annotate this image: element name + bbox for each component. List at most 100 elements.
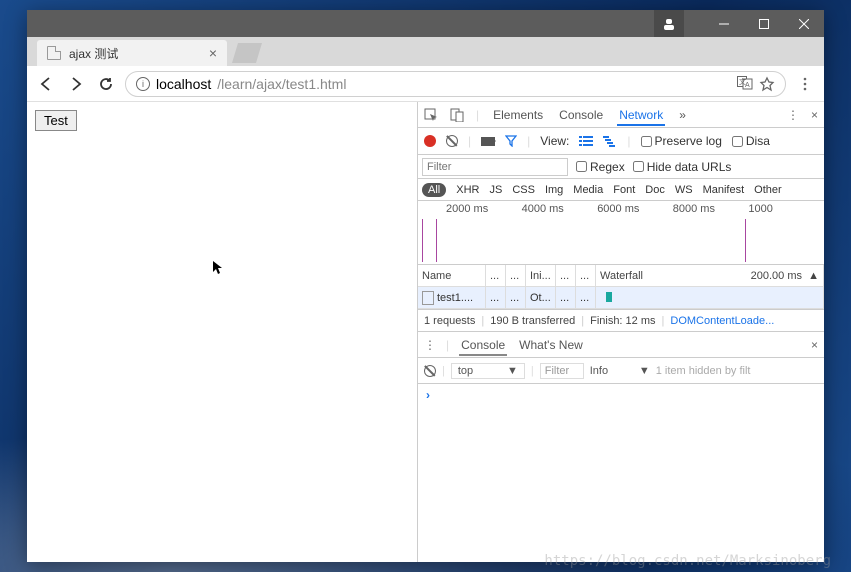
watermark-text: https://blog.csdn.net/Marksinoberg (544, 553, 831, 569)
timeline-label: 2000 ms (446, 203, 522, 215)
timeline-overview[interactable]: 2000 ms 4000 ms 6000 ms 8000 ms 1000 (418, 201, 824, 265)
table-header: Name ... ... Ini... ... ... Waterfall200… (418, 265, 824, 287)
table-row[interactable]: test1.... ... ... Ot... ... ... (418, 287, 824, 309)
type-media[interactable]: Media (573, 184, 603, 196)
drawer-menu-icon[interactable]: ⋮ (424, 338, 436, 352)
browser-tab[interactable]: ajax 测试 × (37, 40, 227, 66)
drawer-close-icon[interactable]: × (811, 338, 818, 352)
cursor-icon (212, 260, 224, 276)
col-time[interactable]: ... (576, 265, 596, 286)
console-prompt: › (426, 388, 430, 402)
address-bar: i localhost/learn/ajax/test1.html 文A (27, 66, 824, 102)
devtools-tabs: | Elements Console Network » ⋮ × (418, 102, 824, 128)
device-icon[interactable] (450, 108, 464, 122)
tab-elements[interactable]: Elements (491, 104, 545, 126)
console-body[interactable]: › (418, 384, 824, 562)
translate-icon[interactable]: 文A (737, 76, 753, 92)
url-field[interactable]: i localhost/learn/ajax/test1.html 文A (125, 71, 786, 97)
type-js[interactable]: JS (489, 184, 502, 196)
large-rows-icon[interactable] (579, 136, 593, 146)
type-manifest[interactable]: Manifest (703, 184, 745, 196)
url-host: localhost (156, 76, 211, 92)
new-tab-button[interactable] (232, 43, 262, 63)
tab-network[interactable]: Network (617, 104, 665, 126)
drawer-tab-console[interactable]: Console (459, 334, 507, 356)
tab-title: ajax 测试 (69, 45, 118, 62)
type-css[interactable]: CSS (512, 184, 535, 196)
filter-row: Regex Hide data URLs (418, 155, 824, 179)
summary-transferred: 190 B transferred (490, 315, 575, 327)
page-content: Test (27, 102, 418, 562)
tab-strip: ajax 测试 × (27, 37, 824, 66)
regex-checkbox[interactable]: Regex (576, 160, 625, 174)
disable-cache-checkbox[interactable]: Disa (732, 134, 770, 148)
site-info-icon[interactable]: i (136, 77, 150, 91)
forward-button[interactable] (65, 73, 87, 95)
reload-button[interactable] (95, 73, 117, 95)
test-button[interactable]: Test (35, 110, 77, 131)
timeline-marker (745, 219, 746, 262)
close-button[interactable] (784, 10, 824, 37)
window-title-bar (27, 10, 824, 37)
context-selector[interactable]: top▼ (451, 363, 525, 379)
log-level-selector[interactable]: Info▼ (590, 365, 650, 377)
row-name: test1.... (437, 292, 473, 304)
type-other[interactable]: Other (754, 184, 782, 196)
waterfall-bar (606, 292, 612, 302)
tab-console[interactable]: Console (557, 104, 605, 126)
filter-icon[interactable] (505, 135, 517, 147)
type-filter-row: All XHR JS CSS Img Media Font Doc WS Man… (418, 179, 824, 201)
type-img[interactable]: Img (545, 184, 563, 196)
timeline-label: 4000 ms (522, 203, 598, 215)
clear-console-icon[interactable] (424, 365, 436, 377)
col-status[interactable]: ... (486, 265, 506, 286)
devtools-panel: | Elements Console Network » ⋮ × | | Vie… (418, 102, 824, 562)
hide-urls-checkbox[interactable]: Hide data URLs (633, 160, 732, 174)
back-button[interactable] (35, 73, 57, 95)
col-size[interactable]: ... (556, 265, 576, 286)
inspect-icon[interactable] (424, 108, 438, 122)
view-label: View: (540, 134, 569, 148)
col-type[interactable]: ... (506, 265, 526, 286)
clear-icon[interactable] (446, 135, 458, 147)
summary-finish: Finish: 12 ms (590, 315, 655, 327)
minimize-button[interactable] (704, 10, 744, 37)
type-doc[interactable]: Doc (645, 184, 665, 196)
drawer-tabs: ⋮ | Console What's New × (418, 332, 824, 358)
devtools-close-icon[interactable]: × (811, 108, 818, 122)
timeline-label: 8000 ms (673, 203, 749, 215)
maximize-button[interactable] (744, 10, 784, 37)
url-path: /learn/ajax/test1.html (217, 76, 346, 92)
waterfall-view-icon[interactable] (603, 136, 617, 147)
user-icon[interactable] (654, 10, 684, 37)
network-table: Name ... ... Ini... ... ... Waterfall200… (418, 265, 824, 310)
row-initiator: Ot... (526, 287, 556, 308)
close-tab-icon[interactable]: × (209, 45, 217, 61)
timeline-label: 6000 ms (597, 203, 673, 215)
svg-text:A: A (745, 82, 750, 89)
timeline-marker (422, 219, 423, 262)
type-font[interactable]: Font (613, 184, 635, 196)
filter-input[interactable] (422, 158, 568, 176)
type-all[interactable]: All (422, 183, 446, 197)
record-icon[interactable] (424, 135, 436, 147)
devtools-menu-icon[interactable]: ⋮ (787, 108, 799, 122)
drawer-tab-whatsnew[interactable]: What's New (517, 334, 585, 356)
col-name[interactable]: Name (418, 265, 486, 286)
tab-more[interactable]: » (677, 104, 688, 126)
network-toolbar: | | View: | Preserve log Disa (418, 128, 824, 155)
browser-window: ajax 测试 × i localhost/learn/ajax/test1.h… (27, 10, 824, 562)
menu-button[interactable] (794, 73, 816, 95)
col-waterfall[interactable]: Waterfall200.00 ms ▲ (596, 265, 824, 286)
type-xhr[interactable]: XHR (456, 184, 479, 196)
col-initiator[interactable]: Ini... (526, 265, 556, 286)
bookmark-icon[interactable] (759, 76, 775, 92)
summary-dcl: DOMContentLoade... (670, 315, 774, 327)
type-ws[interactable]: WS (675, 184, 693, 196)
preserve-log-checkbox[interactable]: Preserve log (641, 134, 722, 148)
console-filter-input[interactable]: Filter (540, 363, 584, 379)
file-icon (422, 291, 434, 305)
screenshot-icon[interactable] (481, 137, 495, 146)
file-icon (47, 46, 61, 60)
console-toolbar: | top▼ | Filter Info▼ 1 item hidden by f… (418, 358, 824, 384)
